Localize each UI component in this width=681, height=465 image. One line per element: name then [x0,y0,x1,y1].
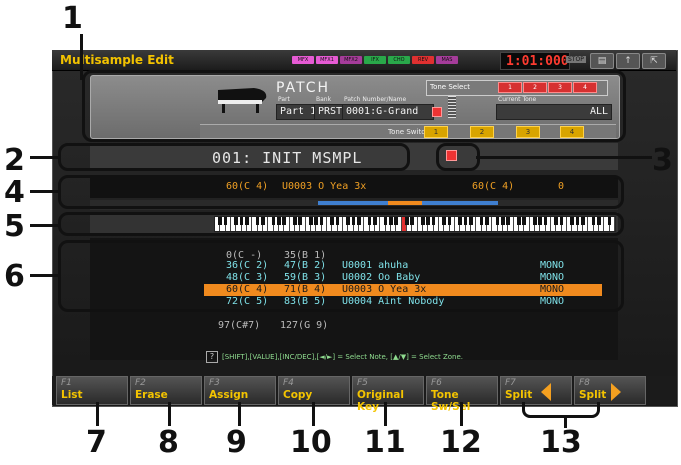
exit-icon[interactable]: ⇱ [642,53,666,69]
help-icon: ? [206,351,218,363]
callout-9: 9 [226,425,247,460]
function-key-f4[interactable]: F4 Copy [278,376,350,405]
function-key-number: F2 [135,378,146,388]
callout-4: 4 [4,175,25,210]
function-key-f6[interactable]: F6 Tone Sw/Sel [426,376,498,413]
callout-line-4 [30,190,60,193]
function-key-f7[interactable]: F7 Split [500,376,572,405]
function-key-label: Original Key [357,389,404,413]
callout-line-6 [30,274,60,277]
function-key-label: Assign [209,389,249,401]
function-key-number: F4 [283,378,294,388]
callout-10: 10 [290,425,332,460]
function-key-label: Split [579,389,607,401]
function-key-number: F3 [209,378,220,388]
callout-line-12 [460,402,463,426]
indicator-mas: MAS [436,56,458,64]
callout-line-2 [30,156,60,159]
function-key-label: Copy [283,389,313,401]
indicator-mfx: MFX [292,56,314,64]
callout-line-8 [168,402,171,426]
list-bottom-low: 97(C#7) [218,320,261,331]
function-key-f5[interactable]: F5 Original Key [352,376,424,413]
callout-line-1 [80,34,83,80]
callout-6: 6 [4,259,25,294]
clock-value: 1:01:000 [506,54,569,69]
callout-outline-6 [58,240,624,312]
function-key-number: F1 [61,378,72,388]
callout-line-13 [564,418,567,428]
split-left-arrow-icon [541,383,551,401]
function-key-f8[interactable]: F8 Split [574,376,646,405]
indicator-mfx1: MFX1 [316,56,338,64]
window-icon[interactable]: ▤ [590,53,614,69]
callout-bracket-13 [522,402,600,418]
callout-outline-1 [82,70,626,142]
callout-line-7 [96,402,99,426]
indicator-ifx: IFX [364,56,386,64]
function-key-number: F7 [505,378,516,388]
callout-line-9 [238,402,241,426]
callout-12: 12 [440,425,482,460]
indicator-cho: CHO [388,56,410,64]
callout-13: 13 [540,425,582,460]
callout-line-11 [384,402,387,426]
callout-3: 3 [652,143,673,178]
list-bottom-high: 127(G 9) [280,320,329,331]
function-key-label: Erase [135,389,168,401]
callout-outline-2 [58,143,410,171]
callout-11: 11 [364,425,406,460]
callout-outline-4 [58,175,624,209]
callout-outline-3 [436,143,480,171]
function-key-number: F8 [579,378,590,388]
indicator-rev: REV [412,56,434,64]
callout-8: 8 [158,425,179,460]
callout-outline-5 [58,212,624,236]
function-key-label: Split [505,389,533,401]
function-key-label: Tone Sw/Sel [431,389,471,413]
up-arrow-icon[interactable]: ↑ [616,53,640,69]
function-key-label: List [61,389,83,401]
callout-2: 2 [4,143,25,178]
callout-line-10 [312,402,315,426]
function-key-f2[interactable]: F2 Erase [130,376,202,405]
indicator-mfx2: MFX2 [340,56,362,64]
split-right-arrow-icon [611,383,621,401]
help-text: [SHIFT],[VALUE],[INC/DEC],[◄/►] = Select… [222,353,463,361]
callout-5: 5 [4,209,25,244]
callout-1: 1 [62,1,83,36]
callout-7: 7 [86,425,107,460]
callout-line-5 [30,224,60,227]
function-key-number: F6 [431,378,442,388]
function-key-f3[interactable]: F3 Assign [204,376,276,405]
stop-status: STOP [566,56,586,63]
callout-line-3 [476,156,652,159]
function-key-f1[interactable]: F1 List [56,376,128,405]
function-key-number: F5 [357,378,368,388]
screen-title: Multisample Edit [60,53,174,67]
